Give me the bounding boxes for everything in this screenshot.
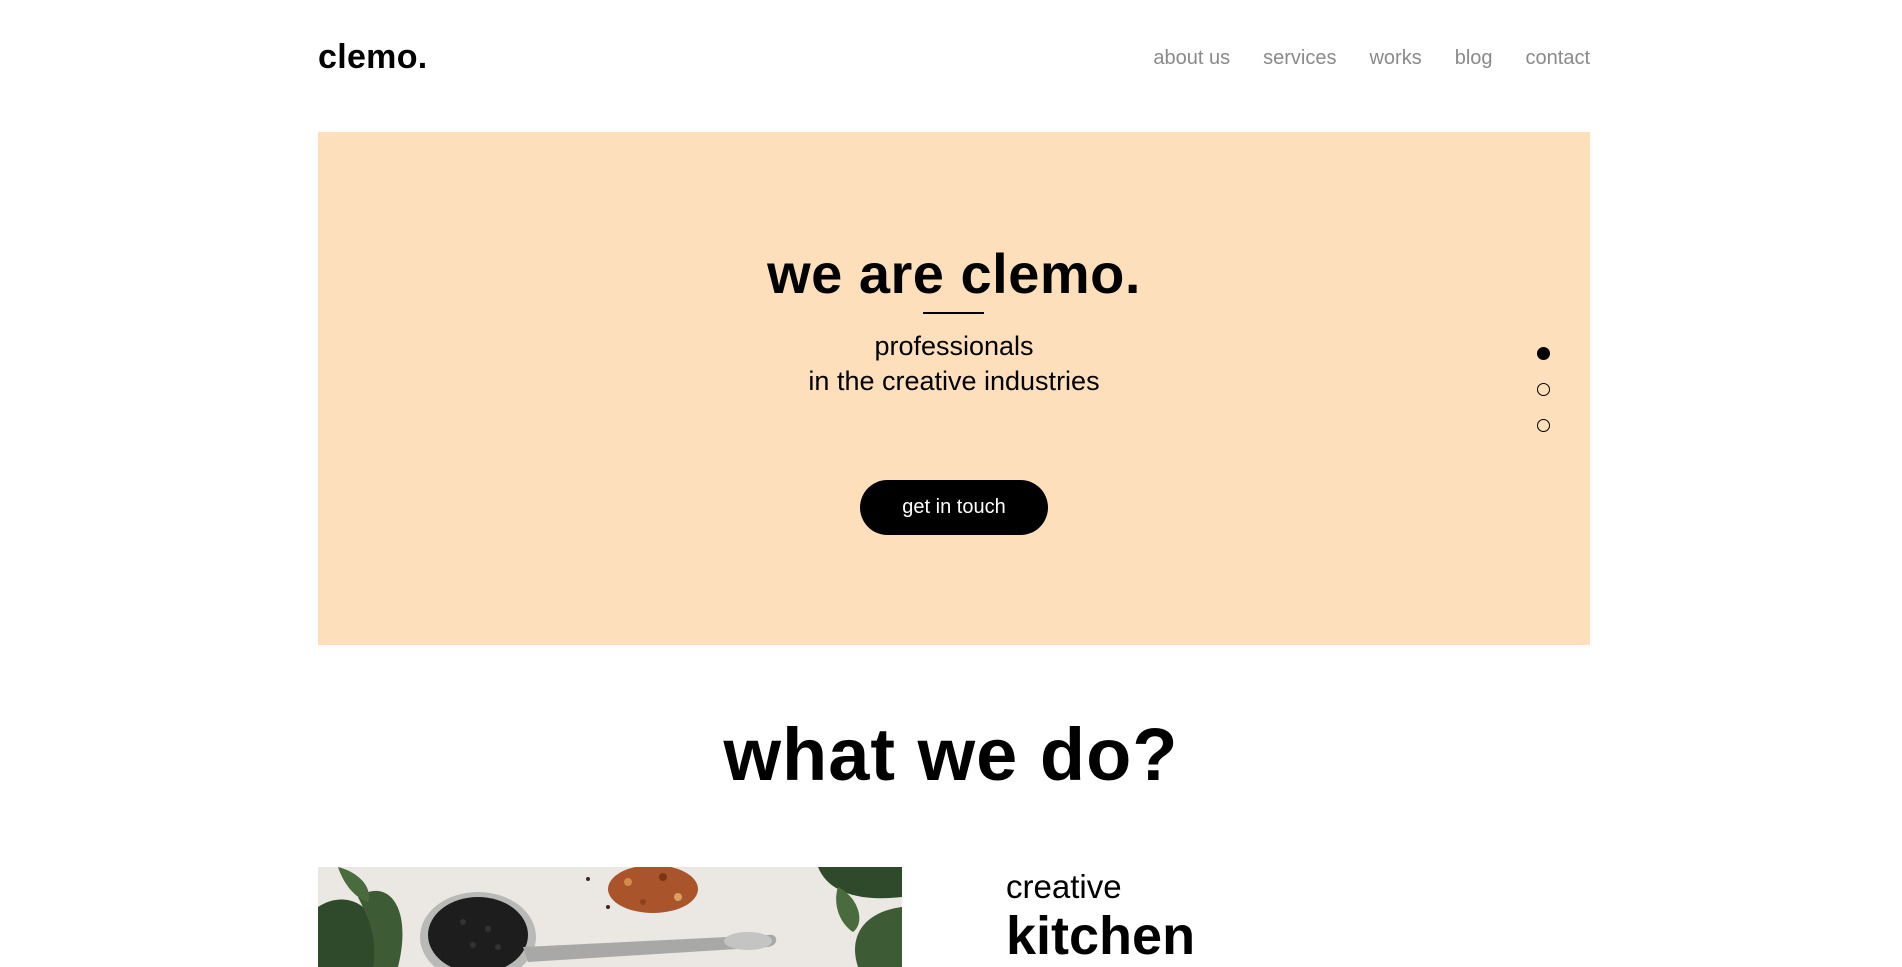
page: clemo. about us services works blog cont… [0,0,1902,967]
main-nav: about us services works blog contact [1153,47,1590,70]
slider-dot-2[interactable] [1537,383,1550,396]
hero-title: we are clemo. [767,242,1141,305]
hero-slider: we are clemo. professionals in the creat… [318,132,1590,645]
feature-kicker: creative [1006,868,1122,905]
spices-photo-illustration [318,867,902,967]
nav-blog[interactable]: blog [1455,47,1493,70]
site-header: clemo. about us services works blog cont… [318,0,1590,120]
nav-works[interactable]: works [1369,47,1421,70]
feature-heading: kitchen [1006,906,1196,966]
nav-about-us[interactable]: about us [1153,47,1230,70]
feature-image [318,867,902,967]
hero-subtitle: professionals in the creative industries [318,329,1590,399]
get-in-touch-button[interactable]: get in touch [860,480,1048,535]
slider-pagination [1537,347,1550,432]
section-title: what we do? [723,713,1179,796]
logo[interactable]: clemo. [318,38,428,77]
hero-divider [923,312,984,314]
hero-subtitle-line2: in the creative industries [808,366,1100,396]
slider-dot-3[interactable] [1537,419,1550,432]
slider-dot-1[interactable] [1537,347,1550,360]
nav-contact[interactable]: contact [1526,47,1590,70]
hero-subtitle-line1: professionals [874,331,1034,361]
nav-services[interactable]: services [1263,47,1336,70]
feature-text: creative kitchen [1006,867,1195,965]
